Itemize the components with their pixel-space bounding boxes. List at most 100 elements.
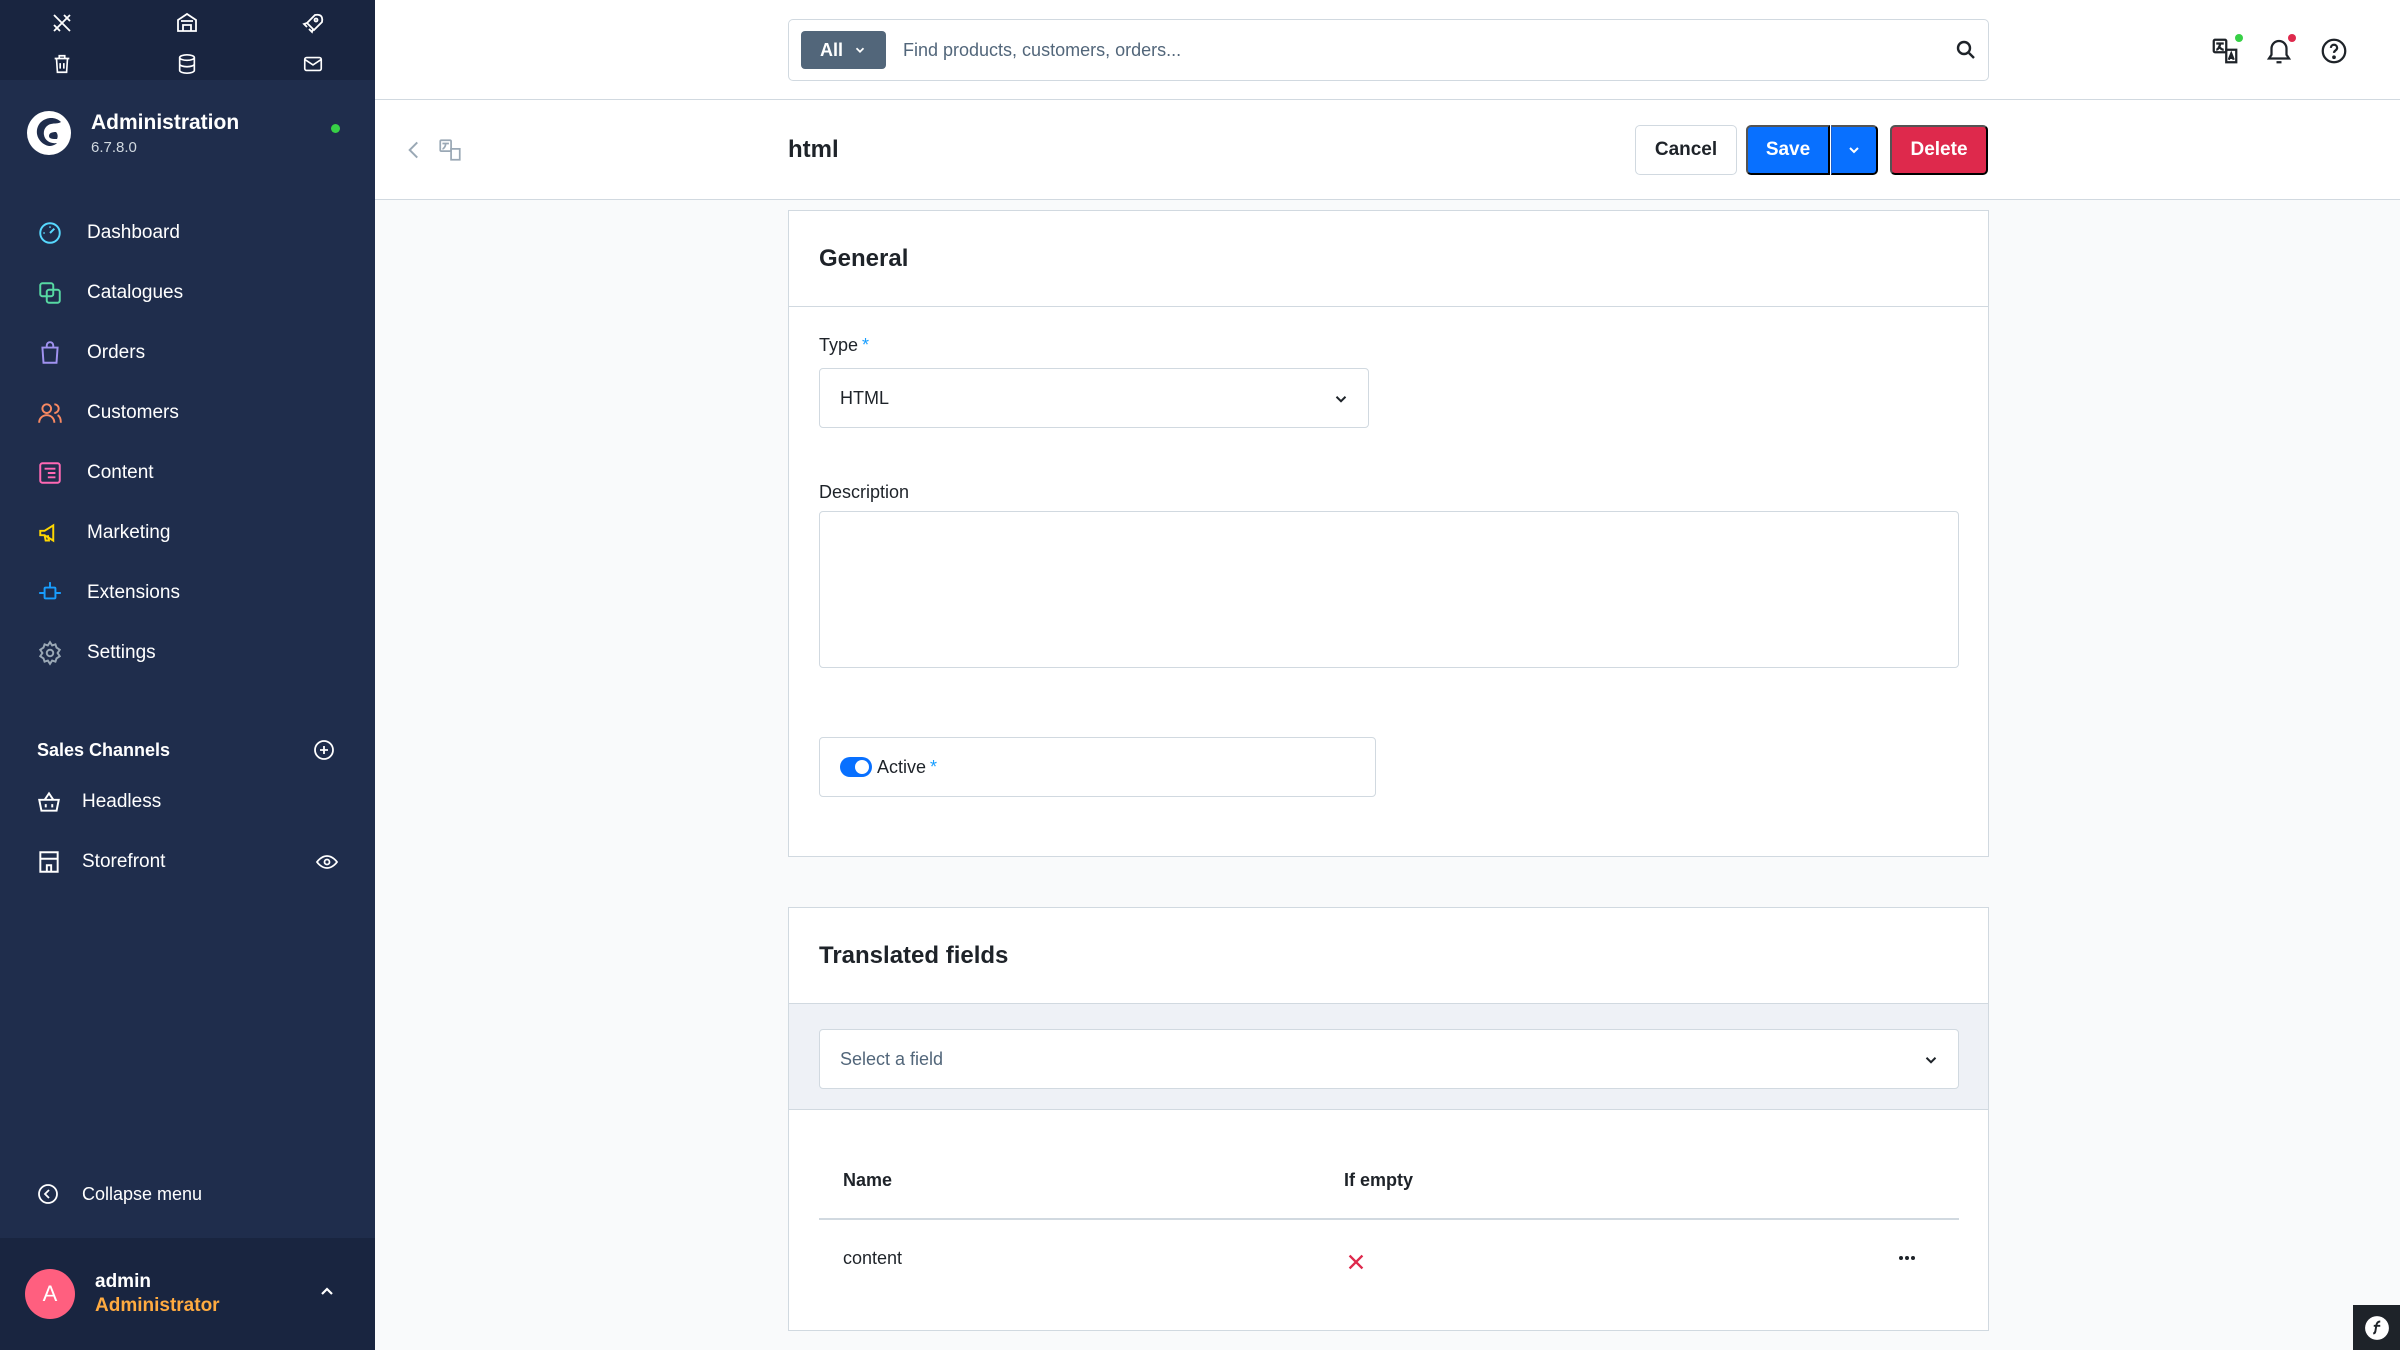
chevron-down-icon [1849, 147, 1859, 154]
database-icon[interactable] [172, 49, 202, 79]
more-actions-icon[interactable] [1895, 1246, 1919, 1270]
chevron-down-icon [1925, 1057, 1937, 1064]
help-icon[interactable] [2319, 36, 2349, 66]
collapse-icon [38, 1184, 58, 1204]
tools-icon[interactable] [47, 8, 77, 38]
brand-title: Administration [91, 110, 240, 134]
delete-button[interactable]: Delete [1890, 125, 1988, 175]
nav-item-extensions[interactable]: Extensions [0, 568, 375, 618]
sales-channel-label: Headless [82, 791, 162, 812]
search-icon[interactable] [1954, 38, 1978, 62]
settings-icon [36, 639, 64, 667]
active-switch[interactable] [840, 757, 872, 777]
sales-channel-headless[interactable]: Headless [0, 777, 375, 827]
nav-label-content: Content [87, 462, 154, 483]
global-search: All [788, 19, 1989, 81]
translated-fields-card: Translated fields Select a field Name If… [788, 907, 1989, 1331]
user-role: Administrator [95, 1295, 220, 1316]
brand-version: 6.7.8.0 [91, 138, 137, 156]
basket-icon [38, 791, 60, 812]
nav-item-settings[interactable]: Settings [0, 628, 375, 678]
type-select-value: HTML [840, 387, 889, 408]
translate-icon [439, 139, 461, 161]
collapse-menu[interactable]: Collapse menu [36, 1182, 202, 1206]
shopware-logo-icon [27, 111, 71, 155]
eye-icon[interactable] [315, 850, 339, 874]
required-marker: * [930, 756, 938, 777]
collapse-menu-label: Collapse menu [82, 1183, 203, 1204]
active-label: Active * [877, 757, 937, 778]
nav-label-catalogues: Catalogues [87, 282, 184, 303]
user-name: admin [95, 1271, 151, 1292]
nav-label-dashboard: Dashboard [87, 222, 180, 243]
nav-label-customers: Customers [87, 402, 179, 423]
nav-item-dashboard[interactable]: Dashboard [0, 208, 375, 258]
brand[interactable]: Administration 6.7.8.0 [26, 110, 239, 156]
general-card-title: General [819, 244, 909, 272]
smart-bar: html Cancel Save Delete [375, 100, 2400, 200]
nav-item-orders[interactable]: Orders [0, 328, 375, 378]
search-type-label: All [819, 39, 843, 60]
dashboard-icon [36, 219, 64, 247]
rocket-icon[interactable] [298, 8, 328, 38]
search-type-select[interactable]: All [801, 31, 886, 69]
row-name: content [843, 1248, 903, 1268]
quick-actions [0, 0, 375, 80]
symfony-toolbar-toggle[interactable] [2353, 1305, 2400, 1350]
column-header-if-empty[interactable]: If empty [1344, 1170, 1413, 1191]
sidebar: Administration 6.7.8.0 Dashboard Catalog… [0, 0, 375, 1350]
cancel-button[interactable]: Cancel [1635, 125, 1737, 175]
catalogues-icon [36, 279, 64, 307]
customers-icon [36, 399, 64, 427]
nav-label-marketing: Marketing [87, 522, 171, 543]
translated-card-header: Translated fields [789, 908, 1988, 1004]
page-title: html [788, 136, 839, 163]
field-select[interactable]: Select a field [819, 1029, 1959, 1089]
sales-channels-header: Sales Channels [37, 735, 347, 765]
orders-icon [36, 339, 64, 367]
extensions-icon [36, 579, 64, 607]
language-status-dot [2235, 34, 2243, 42]
table-header-divider [819, 1218, 1959, 1220]
type-select[interactable]: HTML [819, 368, 1369, 428]
back-arrow-icon[interactable] [401, 137, 427, 163]
chevron-down-icon [1335, 396, 1347, 403]
nav-item-customers[interactable]: Customers [0, 388, 375, 438]
sales-channels-title: Sales Channels [37, 739, 171, 760]
cross-icon [1348, 1254, 1364, 1270]
status-indicator [331, 124, 340, 133]
general-card-header: General [789, 211, 1988, 307]
mail-icon[interactable] [298, 49, 328, 79]
save-options-button[interactable] [1831, 125, 1878, 175]
nav-item-content[interactable]: Content [0, 448, 375, 498]
add-sales-channel-icon[interactable] [312, 738, 336, 762]
active-field: Active * [819, 737, 1376, 797]
notification-dot [2288, 34, 2296, 42]
column-header-name[interactable]: Name [843, 1170, 892, 1191]
search-input[interactable] [903, 30, 1903, 70]
nav-item-catalogues[interactable]: Catalogues [0, 268, 375, 318]
chevron-down-icon [855, 47, 865, 53]
storefront-icon [39, 851, 59, 873]
description-label: Description [819, 482, 910, 502]
symfony-icon [2364, 1315, 2389, 1340]
nav-label-extensions: Extensions [87, 582, 180, 603]
type-label-text: Type [819, 335, 859, 355]
nav-item-marketing[interactable]: Marketing [0, 508, 375, 558]
user-bar: A admin Administrator [0, 1238, 375, 1350]
avatar[interactable]: A [25, 1269, 75, 1319]
store-icon[interactable] [172, 8, 202, 38]
description-textarea[interactable] [819, 511, 1959, 668]
chevron-up-icon[interactable] [315, 1280, 339, 1304]
trash-icon[interactable] [47, 49, 77, 79]
field-select-placeholder: Select a field [840, 1048, 944, 1069]
type-label: Type * [819, 335, 869, 356]
topbar: All [375, 0, 2400, 100]
field-select-band: Select a field [789, 1004, 1988, 1110]
sales-channel-storefront[interactable]: Storefront [0, 837, 375, 887]
general-card: General Type * HTML Description Active * [788, 210, 1989, 857]
translated-card-title: Translated fields [819, 941, 1009, 969]
content-icon [36, 459, 64, 487]
save-button[interactable]: Save [1746, 125, 1830, 175]
sales-channel-label: Storefront [82, 851, 166, 872]
